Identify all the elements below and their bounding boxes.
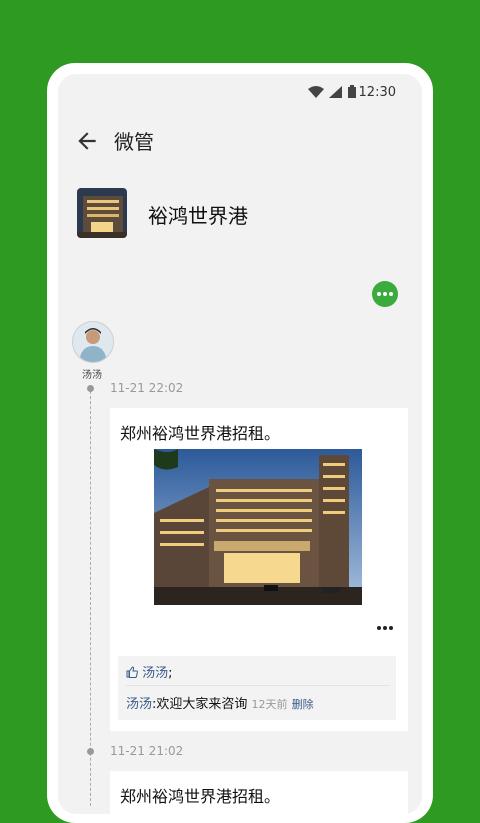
post-image[interactable] (154, 449, 362, 605)
status-bar: 12:30 (58, 74, 422, 112)
more-dot-icon (383, 292, 387, 296)
more-dot-icon (389, 292, 393, 296)
post-text: 郑州裕鸿世界港招租。 (120, 787, 281, 806)
post-author[interactable]: 汤汤 (72, 321, 114, 381)
post-timestamp: 11-21 21:02 (110, 744, 184, 758)
avatar (72, 321, 114, 363)
app-screen: 12:30 微管 裕鸿世界港 汤汤 11-21 22:02 郑州裕鸿世界港招租。… (58, 74, 422, 814)
more-dot-icon (389, 626, 393, 630)
post-card: 郑州裕鸿世界港招租。 (110, 408, 408, 731)
author-name: 汤汤 (82, 370, 102, 381)
timeline-dot (87, 748, 94, 755)
back-arrow-icon[interactable] (74, 128, 100, 154)
post-more-button[interactable] (376, 624, 394, 632)
signal-icon (329, 86, 342, 98)
timeline-line (90, 386, 91, 806)
comment-user-link[interactable]: 汤汤 (126, 697, 152, 712)
profile-name: 裕鸿世界港 (148, 204, 248, 228)
divider (126, 685, 390, 686)
comment-text: :欢迎大家来咨询 (152, 697, 248, 712)
thumbs-up-icon (126, 666, 138, 678)
hotel-photo-image (154, 449, 362, 605)
post-timestamp: 11-21 22:02 (110, 381, 184, 395)
app-bar: 微管 (58, 114, 422, 168)
likes-row: 汤汤; (126, 662, 173, 681)
hotel-thumbnail-image (77, 188, 127, 238)
post-text: 郑州裕鸿世界港招租。 (120, 424, 281, 443)
more-dot-icon (377, 626, 381, 630)
more-dot-icon (383, 626, 387, 630)
profile-image[interactable] (77, 188, 127, 238)
more-options-button[interactable] (372, 281, 398, 307)
timeline-dot (87, 385, 94, 392)
delete-comment-button[interactable]: 删除 (292, 698, 314, 711)
avatar-image (73, 322, 113, 362)
post-card: 郑州裕鸿世界港招租。 (110, 771, 408, 814)
battery-icon (348, 85, 356, 98)
comments-box: 汤汤; 汤汤:欢迎大家来咨询 12天前 删除 (118, 656, 396, 720)
comment-time: 12天前 (251, 698, 288, 711)
comment-item: 汤汤:欢迎大家来咨询 12天前 删除 (126, 693, 314, 712)
wifi-icon (308, 86, 324, 98)
profile-header: 裕鸿世界港 (58, 186, 422, 246)
page-title: 微管 (114, 130, 154, 154)
status-time: 12:30 (358, 85, 396, 100)
like-user-link[interactable]: 汤汤 (142, 666, 168, 681)
more-dot-icon (377, 292, 381, 296)
likes-separator: ; (168, 666, 173, 681)
